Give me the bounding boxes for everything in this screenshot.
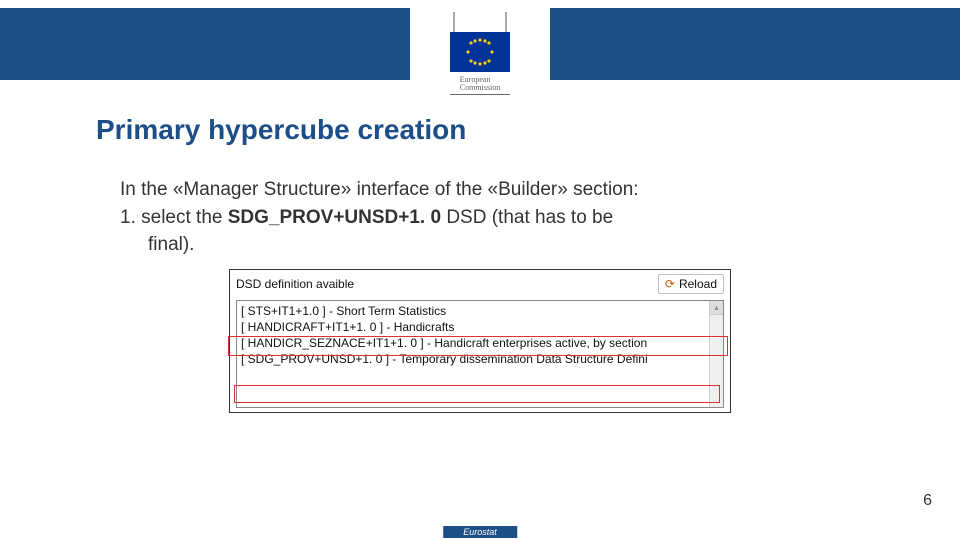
panel-label: DSD definition avaible: [236, 277, 354, 291]
list-item[interactable]: [ HANDICR_SEZNACE+IT1+1. 0 ] - Handicraf…: [241, 335, 707, 351]
list-item[interactable]: [ HANDICRAFT+IT1+1. 0 ] - Handicrafts: [241, 319, 707, 335]
page-number: 6: [923, 492, 932, 510]
step-bold: SDG_PROV+UNSD+1. 0: [228, 207, 441, 228]
step-suffix-b: final).: [148, 231, 840, 259]
dsd-listbox[interactable]: [ STS+IT1+1.0 ] - Short Term Statistics …: [236, 300, 724, 408]
body-text: In the «Manager Structure» interface of …: [120, 176, 840, 259]
step-suffix-a: DSD (that has to be: [441, 207, 613, 228]
header-band: EuropeanCommission: [0, 0, 960, 80]
header-top-strip: [0, 0, 960, 8]
scroll-up-icon[interactable]: ▴: [710, 301, 723, 315]
reload-icon: ⟳: [665, 277, 675, 291]
list-item[interactable]: [ STS+IT1+1.0 ] - Short Term Statistics: [241, 303, 707, 319]
page-title: Primary hypercube creation: [96, 114, 960, 146]
ec-logo: EuropeanCommission: [410, 8, 550, 102]
reload-button[interactable]: ⟳ Reload: [658, 274, 724, 294]
dsd-panel: DSD definition avaible ⟳ Reload [ STS+IT…: [229, 269, 731, 413]
intro-line: In the «Manager Structure» interface of …: [120, 179, 639, 200]
scrollbar[interactable]: ▴: [709, 301, 723, 407]
list-item[interactable]: [ SDG_PROV+UNSD+1. 0 ] - Temporary disse…: [241, 351, 707, 367]
ec-logo-text: EuropeanCommission: [460, 76, 500, 92]
footer-badge: Eurostat: [443, 526, 517, 538]
reload-label: Reload: [679, 277, 717, 291]
eu-flag-icon: [450, 32, 510, 72]
step-prefix: 1. select the: [120, 207, 228, 228]
